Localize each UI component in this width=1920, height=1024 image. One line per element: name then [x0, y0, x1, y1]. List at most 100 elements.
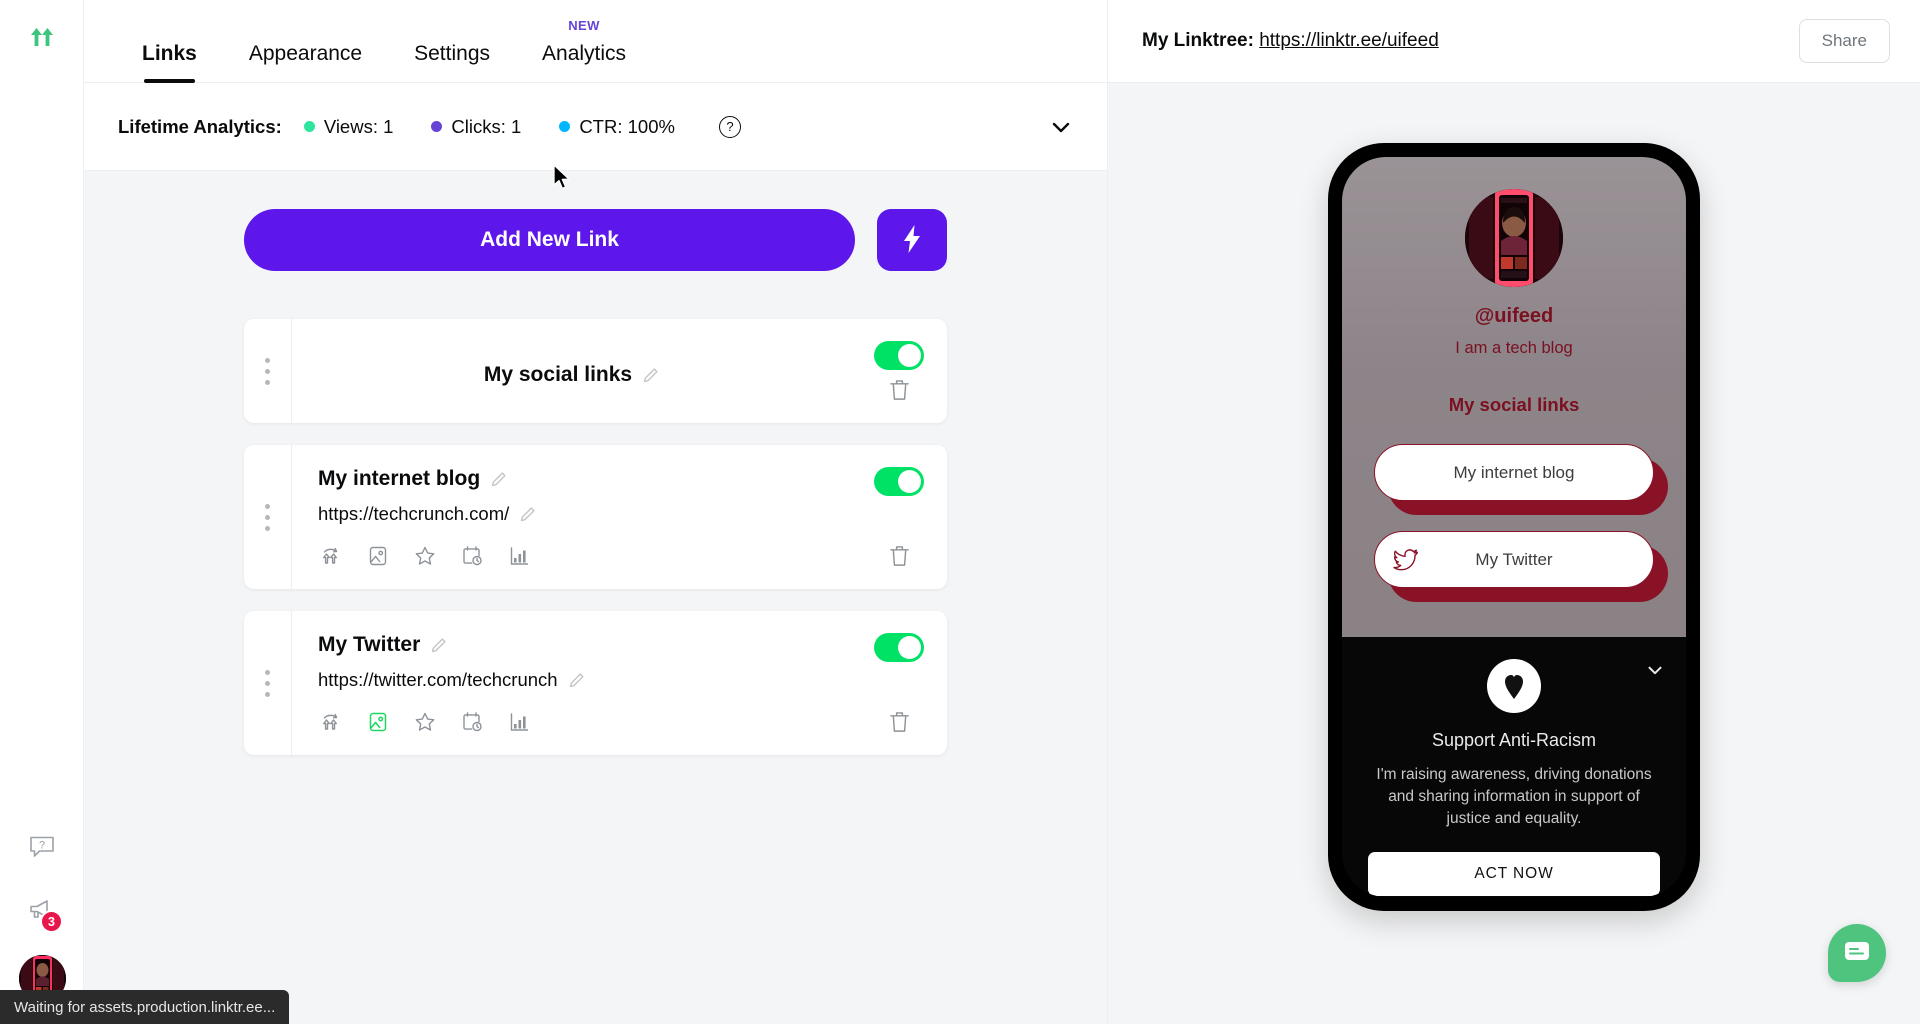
phone-frame: @uifeed I am a tech blog My social links… [1328, 143, 1700, 911]
linktree-profile-area: @uifeed I am a tech blog My social links… [1342, 157, 1686, 637]
megaphone-icon[interactable]: 3 [23, 891, 63, 933]
profile-section-heading: My social links [1448, 394, 1580, 415]
stat-clicks-label: Clicks: 1 [451, 115, 522, 137]
linktree-logo-icon[interactable] [21, 18, 63, 60]
link-analytics-icon[interactable] [506, 543, 532, 569]
browser-status-bar: Waiting for assets.production.linktr.ee.… [0, 990, 290, 1024]
tab-appearance-label: Appearance [248, 42, 363, 65]
lightning-bolt-button[interactable] [877, 209, 947, 271]
my-linktree-prefix: My Linktree: [1142, 30, 1254, 51]
stat-ctr-label: CTR: 100% [579, 115, 675, 137]
trash-delete-icon[interactable] [888, 378, 911, 403]
drag-handle-icon[interactable] [244, 319, 292, 423]
star-prioritize-icon[interactable] [412, 709, 438, 735]
star-prioritize-icon[interactable] [412, 543, 438, 569]
profile-handle: @uifeed [1474, 305, 1554, 327]
linktree-animate-icon[interactable] [318, 709, 344, 735]
pencil-edit-icon[interactable] [490, 471, 507, 488]
tab-links[interactable]: Links [116, 42, 223, 83]
nav-tabs: Links Appearance Settings NEW Analytics [116, 19, 652, 83]
profile-avatar [1465, 189, 1563, 287]
link-card-url: https://techcrunch.com/ [318, 503, 510, 524]
linktree-animate-icon[interactable] [318, 543, 344, 569]
act-now-button[interactable]: ACT NOW [1368, 852, 1660, 896]
link-enabled-toggle[interactable] [874, 341, 924, 370]
stat-ctr: CTR: 100% [559, 116, 675, 138]
tab-analytics-label: Analytics [542, 42, 627, 65]
preview-link-twitter[interactable]: My Twitter [1374, 531, 1668, 602]
tab-appearance[interactable]: Appearance [223, 43, 388, 82]
schedule-clock-icon[interactable] [459, 709, 485, 735]
lifetime-analytics-label: Lifetime Analytics: [118, 115, 282, 137]
link-card-header[interactable]: My social links [244, 319, 947, 423]
analytics-help-icon[interactable]: ? [718, 115, 741, 138]
pencil-edit-icon[interactable] [430, 637, 447, 654]
link-card-title-row: My internet blog [318, 467, 825, 491]
chat-message-icon [1844, 941, 1870, 966]
stat-clicks: Clicks: 1 [431, 116, 521, 138]
banner-body: I'm raising awareness, driving donations… [1376, 766, 1652, 827]
pencil-edit-url-icon[interactable] [568, 672, 585, 689]
drag-handle-icon[interactable] [244, 611, 292, 755]
link-card-title-row: My Twitter [318, 633, 825, 657]
lifetime-analytics-bar: Lifetime Analytics: Views: 1 Clicks: 1 C… [84, 83, 1107, 171]
pencil-edit-url-icon[interactable] [519, 506, 536, 523]
link-card-title: My social links [483, 363, 633, 386]
trash-delete-icon[interactable] [888, 710, 911, 735]
link-analytics-icon[interactable] [506, 709, 532, 735]
link-card-url: https://twitter.com/techcrunch [318, 669, 558, 690]
preview-link-label: My Twitter [1475, 549, 1553, 569]
link-card-title-row: My social links [318, 341, 825, 387]
rail-bottom-actions: ? 3 [0, 827, 84, 1002]
share-button[interactable]: Share [1798, 19, 1890, 63]
top-navigation: Links Appearance Settings NEW Analytics [84, 0, 1107, 83]
link-card-internet-blog[interactable]: My internet blog https://techcrunch.com/ [244, 445, 947, 589]
svg-text:?: ? [39, 840, 45, 852]
announcements-badge: 3 [40, 910, 63, 933]
analytics-collapse-chevron-down-icon[interactable] [1049, 115, 1073, 139]
add-new-link-button[interactable]: Add New Link [244, 209, 855, 271]
tab-settings-label: Settings [414, 42, 491, 65]
link-enabled-toggle[interactable] [874, 467, 924, 496]
profile-links: My internet blog My Twitter [1342, 444, 1686, 618]
preview-header: My Linktree: https://linktr.ee/uifeed Sh… [1108, 0, 1920, 83]
schedule-clock-icon[interactable] [459, 543, 485, 569]
link-card-url-row: https://techcrunch.com/ [318, 503, 825, 525]
analytics-help-glyph: ? [726, 119, 734, 134]
ctr-dot-icon [559, 121, 571, 132]
clicks-dot-icon [431, 121, 443, 132]
thumbnail-image-icon[interactable] [365, 543, 391, 569]
preview-link-label: My internet blog [1453, 462, 1575, 482]
help-chat-icon[interactable]: ? [23, 827, 61, 865]
tab-settings[interactable]: Settings [388, 43, 516, 82]
trash-delete-icon[interactable] [888, 544, 911, 569]
status-bar-text: Waiting for assets.production.linktr.ee.… [14, 998, 276, 1016]
banner-title: Support Anti-Racism [1431, 730, 1597, 750]
my-linktree-url[interactable]: https://linktr.ee/uifeed [1259, 30, 1439, 51]
tab-links-label: Links [142, 42, 197, 65]
thumbnail-image-icon[interactable] [365, 709, 391, 735]
preview-link-internet-blog[interactable]: My internet blog [1374, 444, 1668, 515]
my-linktree-row: My Linktree: https://linktr.ee/uifeed [1142, 30, 1439, 52]
app-root: ? 3 Links Appearance Settings NEW Analyt… [0, 0, 1920, 1024]
drag-handle-icon[interactable] [244, 445, 292, 589]
link-enabled-toggle[interactable] [874, 633, 924, 662]
anti-racism-heart-icon [1487, 659, 1541, 713]
banner-collapse-chevron-down-icon[interactable] [1644, 659, 1666, 681]
left-rail: ? 3 [0, 0, 84, 1024]
tab-analytics[interactable]: NEW Analytics [516, 19, 652, 82]
link-card-icon-row [318, 709, 825, 735]
chat-widget-button[interactable] [1828, 924, 1886, 982]
stat-views-label: Views: 1 [323, 115, 394, 137]
phone-preview-wrap: @uifeed I am a tech blog My social links… [1108, 83, 1920, 911]
links-content: Add New Link My social links My internet… [84, 171, 1107, 1024]
link-card-controls [851, 445, 947, 589]
link-card-twitter[interactable]: My Twitter https://twitter.com/techcrunc… [244, 611, 947, 755]
pencil-edit-icon[interactable] [642, 367, 659, 384]
link-card-body: My internet blog https://techcrunch.com/ [292, 445, 851, 589]
link-card-body: My social links [292, 319, 851, 423]
link-card-title: My internet blog [318, 467, 481, 490]
link-card-body: My Twitter https://twitter.com/techcrunc… [292, 611, 851, 755]
link-card-url-row: https://twitter.com/techcrunch [318, 669, 825, 691]
anti-racism-banner: Support Anti-Racism I'm raising awarenes… [1342, 637, 1686, 897]
